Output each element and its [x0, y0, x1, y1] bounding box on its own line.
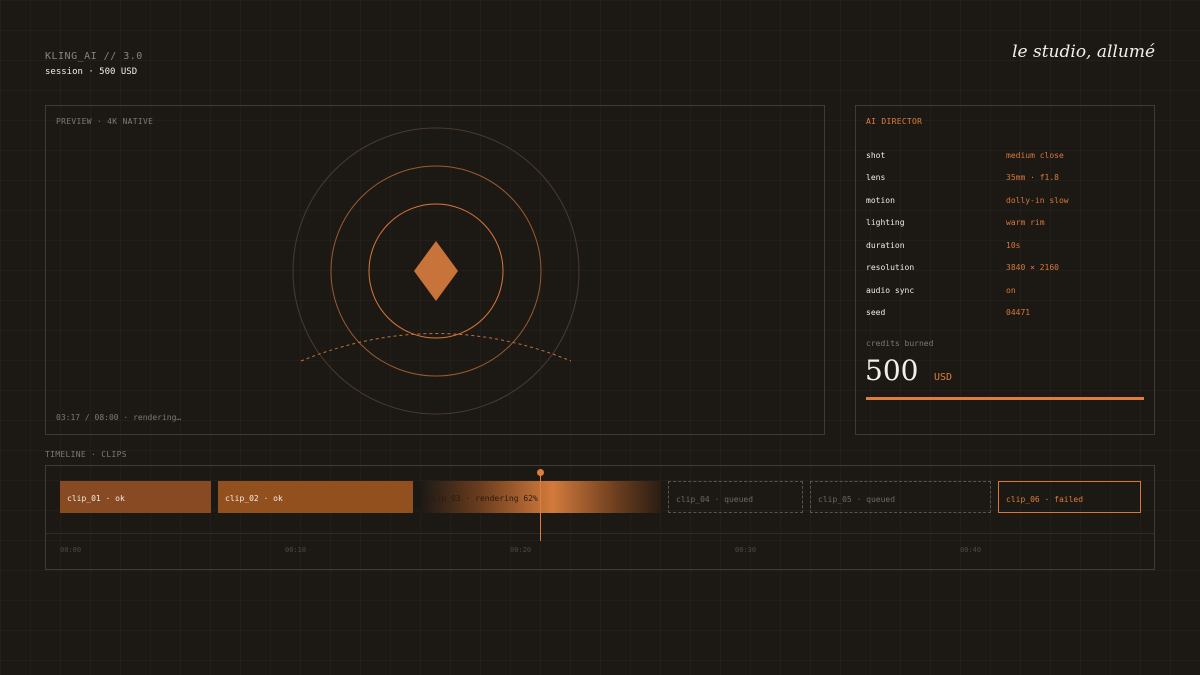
diamond-icon [414, 241, 458, 301]
spec-value[interactable]: 10s [1006, 241, 1020, 250]
ai-director-panel: AI DIRECTOR shot medium close lens 35mm … [855, 105, 1155, 435]
credits-amount: 500 [865, 354, 919, 387]
spec-row-motion: motion dolly-in slow [866, 196, 1144, 210]
spec-value[interactable]: warm rim [1006, 218, 1045, 227]
spec-row-lighting: lighting warm rim [866, 218, 1144, 232]
time-tick: 00:20 [510, 546, 532, 554]
spec-value[interactable]: 35mm · f1.8 [1006, 173, 1059, 182]
credits-unit: USD [934, 372, 953, 383]
time-tick: 00:00 [60, 546, 82, 554]
spec-key: lens [866, 173, 886, 182]
clip-01[interactable]: clip_01 · ok [60, 481, 211, 513]
playhead-line[interactable] [540, 471, 541, 541]
clip-06[interactable]: clip_06 · failed [998, 481, 1141, 513]
clip-05[interactable]: clip_05 · queued [810, 481, 991, 513]
timeline-title: TIMELINE · CLIPS [45, 450, 127, 459]
spec-row-seed: seed 04471 [866, 308, 1144, 322]
timeline-divider [46, 533, 1154, 534]
time-tick: 00:30 [735, 546, 757, 554]
spec-key: audio sync [866, 286, 915, 295]
time-tick: 00:10 [285, 546, 307, 554]
spec-value[interactable]: 04471 [1006, 308, 1030, 317]
spec-value[interactable]: on [1006, 286, 1016, 295]
spec-row-resolution: resolution 3840 × 2160 [866, 263, 1144, 277]
playhead-icon[interactable] [537, 469, 544, 476]
preview-panel[interactable]: PREVIEW · 4K NATIVE 03:17 / 08:00 · rend… [45, 105, 825, 435]
credits-label: credits burned [866, 339, 934, 348]
timeline-panel[interactable]: clip_01 · ok clip_02 · ok clip_03 · rend… [45, 465, 1155, 570]
tagline: le studio, allumé [1012, 42, 1155, 62]
spec-row-lens: lens 35mm · f1.8 [866, 173, 1144, 187]
spec-value[interactable]: medium close [1006, 151, 1064, 160]
spec-value[interactable]: dolly-in slow [1006, 196, 1069, 205]
spec-key: resolution [866, 263, 915, 272]
clip-02[interactable]: clip_02 · ok [218, 481, 413, 513]
preview-canvas [292, 127, 580, 415]
credits-progress-fill [866, 397, 1144, 400]
ai-director-label: AI DIRECTOR [866, 117, 923, 126]
spec-row-shot: shot medium close [866, 151, 1144, 165]
credits-progress-bar [866, 397, 1144, 400]
app-brand: KLING_AI // 3.0 [45, 51, 143, 62]
spec-key: lighting [866, 218, 905, 227]
spec-key: motion [866, 196, 895, 205]
spec-key: seed [866, 308, 886, 317]
spec-key: duration [866, 241, 905, 250]
render-status: 03:17 / 08:00 · rendering… [56, 413, 182, 422]
spec-row-duration: duration 10s [866, 241, 1144, 255]
time-tick: 00:40 [960, 546, 982, 554]
spec-value[interactable]: 3840 × 2160 [1006, 263, 1059, 272]
session-info: session · 500 USD [45, 67, 138, 77]
clip-04[interactable]: clip_04 · queued [668, 481, 803, 513]
spec-row-audio-sync: audio sync on [866, 286, 1144, 300]
spec-key: shot [866, 151, 886, 160]
preview-label: PREVIEW · 4K NATIVE [56, 117, 154, 126]
